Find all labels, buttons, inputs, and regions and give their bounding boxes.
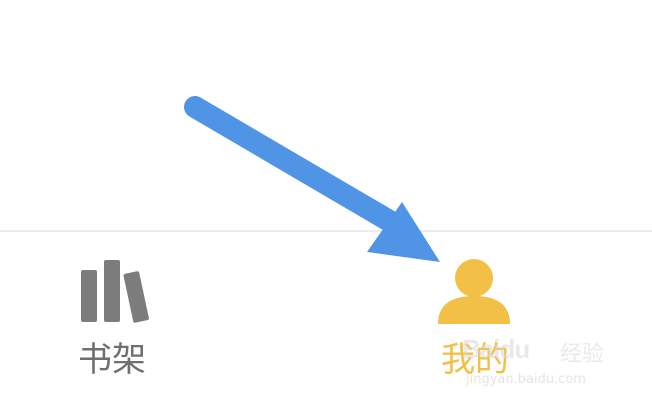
baidu-jingyan-watermark: Baidu 经验 jingyan.baidu.com xyxy=(462,334,612,396)
user-profile-icon xyxy=(436,258,512,326)
tab-bookshelf-label: 书架 xyxy=(78,340,146,380)
bookshelf-icon xyxy=(80,260,152,324)
app-screen: 书架 我的 Baidu 经验 jingyan.baidu.com xyxy=(0,0,652,404)
watermark-url: jingyan.baidu.com xyxy=(466,372,586,387)
watermark-cn: 经验 xyxy=(560,342,605,367)
tab-bookshelf[interactable]: 书架 xyxy=(30,232,200,404)
watermark-brand: Baidu xyxy=(462,334,530,364)
page-content-area xyxy=(0,0,652,230)
